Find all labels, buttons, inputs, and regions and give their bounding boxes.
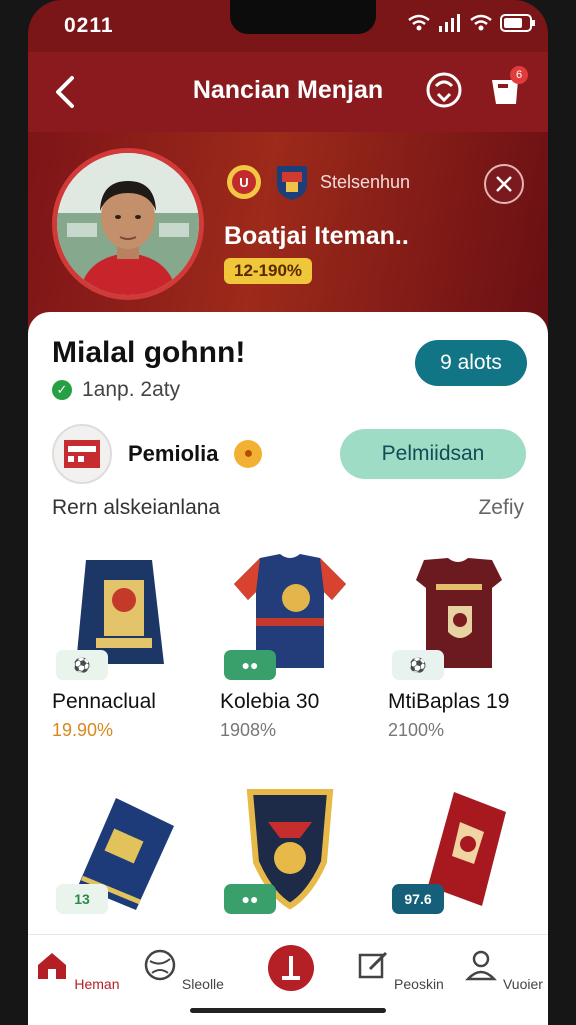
product-tag: ●● (224, 884, 276, 914)
product-image: 97.6 (388, 782, 528, 914)
wifi-icon (408, 14, 430, 31)
product-name: Pennaclual (52, 690, 156, 713)
product-image: ⚽ (388, 548, 528, 680)
nav-item-scores[interactable]: Sleolle (138, 947, 228, 992)
product-card[interactable]: ⚽ MtiBaplas 19 2100% (388, 548, 548, 741)
section-link[interactable]: Zefiy (478, 496, 524, 520)
seller-shop-icon (64, 440, 100, 468)
nav-label: Peoskin (394, 976, 444, 992)
product-image: ●● (220, 782, 360, 914)
edit-icon (358, 951, 388, 979)
slots-button[interactable]: 9 alots (415, 340, 527, 386)
ball-icon (144, 949, 176, 981)
nav-item-post[interactable]: Peoskin (354, 947, 444, 992)
sell-icon (282, 956, 300, 980)
product-price: 19.90% (52, 720, 114, 740)
check-icon: ✓ (52, 380, 72, 400)
surprised-emoji-icon: ● (234, 440, 263, 468)
seller-row: Pemiolia ● (52, 424, 263, 484)
product-name: Kolebia 30 (220, 690, 320, 713)
player-photo (57, 153, 199, 295)
favorite-icon[interactable] (424, 70, 464, 110)
product-tag: 97.6 (392, 884, 444, 914)
cart-badge: 6 (510, 66, 528, 84)
seller-action-button[interactable]: Pelmiidsan (340, 429, 526, 479)
card-title: Mialal gohnn! (52, 336, 246, 369)
nav-label: Vuoier (502, 976, 543, 992)
club-name: Stelsenhun (320, 171, 411, 192)
product-card[interactable]: 13 (52, 782, 212, 914)
cart-button[interactable]: 6 (486, 66, 528, 110)
section-title: Rern alskeianlana (52, 496, 221, 519)
club-crest-icon: U (227, 165, 261, 199)
svg-text:U: U (239, 175, 248, 190)
product-tag: ⚽ (392, 650, 444, 680)
battery-icon (500, 14, 535, 32)
verified-row: ✓ 1anp. 2aty (52, 378, 180, 402)
product-image: 13 (52, 782, 192, 914)
nav-item-home[interactable]: Heman (32, 947, 122, 992)
sell-button[interactable] (268, 945, 314, 991)
player-avatar (52, 148, 204, 300)
home-icon (38, 953, 67, 979)
product-card[interactable]: 97.6 (388, 782, 548, 914)
home-indicator (190, 1008, 386, 1013)
player-profile-banner: U Stelsenhun Boatjai Iteman.. 12-190% (28, 132, 548, 332)
signal-icon (439, 14, 460, 32)
status-time: 0211 (64, 14, 114, 37)
product-tag: 13 (56, 884, 108, 914)
club-badges: U Stelsenhun (224, 162, 410, 202)
offer-card: Mialal gohnn! ✓ 1anp. 2aty 9 alots Pemio… (28, 312, 548, 1024)
status-icons (408, 14, 536, 32)
rating-badge: 12-190% (224, 258, 313, 284)
product-price: 1908% (220, 720, 277, 740)
seller-name: Pemiolia (128, 441, 219, 466)
product-image: ⚽ (52, 548, 192, 680)
wifi-icon-2 (470, 14, 492, 31)
page-title: Nancian Menjan (192, 76, 384, 104)
product-name: MtiBaplas 19 (388, 690, 510, 713)
product-price: 2100% (388, 720, 445, 740)
close-icon (496, 176, 512, 192)
product-card[interactable]: ●● (220, 782, 380, 914)
close-button[interactable] (484, 164, 524, 204)
nav-label: Sleolle (181, 976, 224, 992)
nav-label: Heman (74, 976, 120, 992)
nav-item-profile[interactable]: Vuoier (458, 947, 548, 992)
profile-icon (465, 950, 497, 981)
seller-avatar[interactable] (52, 424, 112, 484)
status-bar: 0211 (0, 0, 576, 52)
team-shield-icon (277, 166, 307, 200)
product-tag: ●● (224, 650, 276, 680)
product-tag: ⚽ (56, 650, 108, 680)
app-header: Nancian Menjan 6 (28, 52, 548, 132)
product-card[interactable]: ●● Kolebia 30 1908% (220, 548, 380, 741)
player-name: Boatjai Iteman.. (224, 222, 409, 250)
product-card[interactable]: ⚽ Pennaclual 19.90% (52, 548, 212, 741)
verified-text: 1anp. 2aty (82, 378, 181, 401)
product-image: ●● (220, 548, 360, 680)
